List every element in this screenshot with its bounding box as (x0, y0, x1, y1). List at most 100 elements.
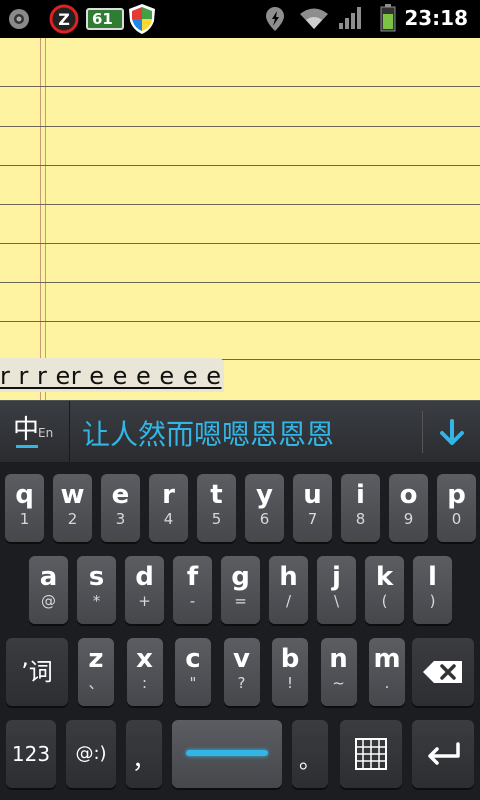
key-e[interactable]: e3 (101, 474, 140, 542)
battery-61-icon: 61 (86, 8, 124, 30)
backspace-icon (423, 661, 462, 683)
word-key[interactable]: ’词 (6, 638, 68, 706)
key-label: q (15, 480, 34, 510)
key-label: h (279, 562, 298, 592)
ime-mode-toggle[interactable]: 中 En (0, 401, 70, 463)
space-key[interactable] (172, 720, 282, 788)
margin-line (45, 38, 46, 400)
margin-line (40, 38, 41, 400)
backspace-key[interactable] (412, 638, 474, 706)
key-c[interactable]: c " (175, 638, 211, 706)
key-label: p (447, 480, 466, 510)
key-label: r (162, 480, 175, 510)
period-label: 。 (298, 749, 321, 774)
key-sublabel: 2 (67, 510, 78, 528)
candidate-bar: 中 En 让人然而嗯嗯恩恩恩 (0, 400, 480, 463)
battery-icon (380, 4, 396, 32)
key-b[interactable]: b! (272, 638, 308, 706)
comma-key[interactable]: ， (126, 720, 162, 788)
svg-text:Z: Z (58, 10, 70, 29)
key-f[interactable]: f- (173, 556, 212, 624)
key-sublabel: / (285, 592, 292, 610)
key-n[interactable]: n ~ (320, 638, 357, 706)
key-z[interactable]: z、 (78, 638, 114, 706)
key-q[interactable]: q1 (5, 474, 44, 542)
ruled-line (0, 243, 480, 244)
enter-key[interactable] (412, 720, 474, 788)
key-j[interactable]: j \ (317, 556, 356, 624)
key-sublabel: ( (381, 592, 388, 610)
key-sublabel: . (384, 674, 390, 692)
key-label: d (135, 562, 154, 592)
number-mode-label: 123 (11, 742, 51, 766)
key-label: a (39, 562, 58, 592)
ruled-line (0, 165, 480, 166)
note-editor[interactable]: r r r er e e e e e e (0, 38, 480, 400)
key-label: i (356, 480, 365, 510)
key-p[interactable]: p0 (437, 474, 476, 542)
key-sublabel: 9 (403, 510, 414, 528)
key-y[interactable]: y6 (245, 474, 284, 542)
key-label: v (233, 644, 250, 674)
ime-mode-zh: 中 (13, 415, 40, 445)
ruled-line (0, 321, 480, 322)
key-label: s (88, 562, 105, 592)
period-key[interactable]: 。 (292, 720, 328, 788)
candidate-list[interactable]: 让人然而嗯嗯恩恩恩 (82, 413, 334, 453)
key-label: c (185, 644, 201, 674)
key-t[interactable]: t5 (197, 474, 236, 542)
key-sublabel: - (189, 592, 196, 610)
key-label: o (399, 480, 418, 510)
ime-mode-indicator (16, 445, 38, 448)
arrow-down-icon (440, 419, 464, 445)
key-sublabel: ~ (332, 674, 345, 692)
gps-icon (266, 7, 284, 31)
key-sublabel: ! (286, 674, 293, 692)
enter-icon (428, 742, 460, 765)
ime-mode-en: En (38, 426, 54, 440)
key-l[interactable]: l) (413, 556, 452, 624)
key-d[interactable]: d + (125, 556, 164, 624)
keyboard-layout-key[interactable] (340, 720, 402, 788)
key-label: l (428, 562, 437, 592)
key-r[interactable]: r4 (149, 474, 188, 542)
key-x[interactable]: x: (126, 638, 163, 706)
signal-icon (339, 7, 361, 29)
settings-icon (9, 9, 29, 29)
key-label: m (373, 644, 401, 674)
key-sublabel: 8 (355, 510, 366, 528)
comma-label: ， (132, 746, 156, 774)
key-label: n (329, 644, 348, 674)
emoticon-key[interactable]: @:) (66, 720, 116, 788)
space-bar-indicator (186, 750, 268, 756)
key-o[interactable]: o9 (389, 474, 428, 542)
ruled-line (0, 204, 480, 205)
key-k[interactable]: k( (365, 556, 404, 624)
key-sublabel: ) (429, 592, 436, 610)
word-key-label: ’词 (21, 658, 53, 686)
key-sublabel: 1 (19, 510, 30, 528)
wifi-icon (300, 8, 328, 29)
key-label: u (303, 480, 322, 510)
key-u[interactable]: u7 (293, 474, 332, 542)
composing-text[interactable]: r r r er e e e e e e (0, 358, 224, 392)
key-sublabel: 4 (163, 510, 174, 528)
key-g[interactable]: g = (221, 556, 260, 624)
key-a[interactable]: a @ (29, 556, 68, 624)
key-label: x (136, 644, 153, 674)
key-sublabel: : (141, 674, 148, 692)
z-app-icon: Z (49, 4, 79, 34)
key-sublabel: = (234, 592, 247, 610)
key-s[interactable]: s * (77, 556, 116, 624)
key-v[interactable]: v? (223, 638, 260, 706)
key-i[interactable]: i8 (341, 474, 380, 542)
key-w[interactable]: w2 (53, 474, 92, 542)
collapse-candidates-button[interactable] (424, 401, 480, 463)
key-h[interactable]: h / (269, 556, 308, 624)
ruled-line (0, 86, 480, 87)
key-m[interactable]: m. (369, 638, 405, 706)
number-mode-key[interactable]: 123 (6, 720, 56, 788)
battery-percent: 61 (92, 10, 113, 28)
keyboard: q1w2e3r4t5y6u7i8o9p0 a @ s * d + f - g = h / j \ k(l) … (0, 462, 480, 800)
key-sublabel: ? (237, 674, 246, 692)
